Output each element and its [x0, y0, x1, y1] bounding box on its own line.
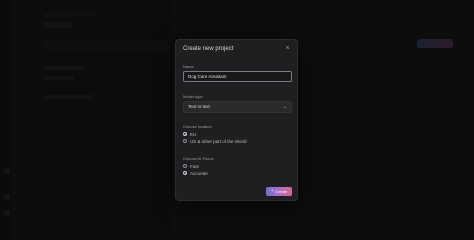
ai-focus-label: Choose AI Focus: [183, 156, 214, 161]
radio-label: US & other part of the World: [190, 138, 247, 144]
ai-focus-option-fast[interactable]: Fast: [183, 163, 199, 169]
model-type-label: Model type: [183, 94, 203, 99]
close-icon[interactable]: ×: [284, 45, 291, 52]
location-label: Choose location: [183, 124, 212, 129]
location-option-eu[interactable]: EU: [183, 131, 196, 137]
create-button-label: Create: [275, 189, 288, 194]
radio-label: EU: [190, 131, 197, 137]
radio-button[interactable]: [183, 171, 187, 175]
radio-label: Fast: [190, 163, 199, 169]
name-label: Name: [183, 64, 194, 69]
chevron-down-icon: ⌄: [282, 104, 287, 110]
create-project-modal: Create new project × Name Model type Tex…: [175, 39, 298, 201]
radio-button[interactable]: [183, 139, 187, 143]
location-option-us[interactable]: US & other part of the World: [183, 138, 246, 144]
modal-title: Create new project: [183, 46, 234, 52]
ai-focus-option-accurate[interactable]: Accurate: [183, 170, 208, 176]
plus-icon: +: [270, 188, 274, 194]
radio-label: Accurate: [190, 170, 208, 176]
create-button[interactable]: + Create: [266, 187, 292, 196]
project-name-input[interactable]: [183, 71, 292, 82]
radio-button[interactable]: [183, 164, 187, 168]
model-type-value: Text to text: [188, 104, 210, 109]
model-type-select[interactable]: Text to text ⌄: [183, 101, 292, 113]
radio-button[interactable]: [183, 132, 187, 136]
